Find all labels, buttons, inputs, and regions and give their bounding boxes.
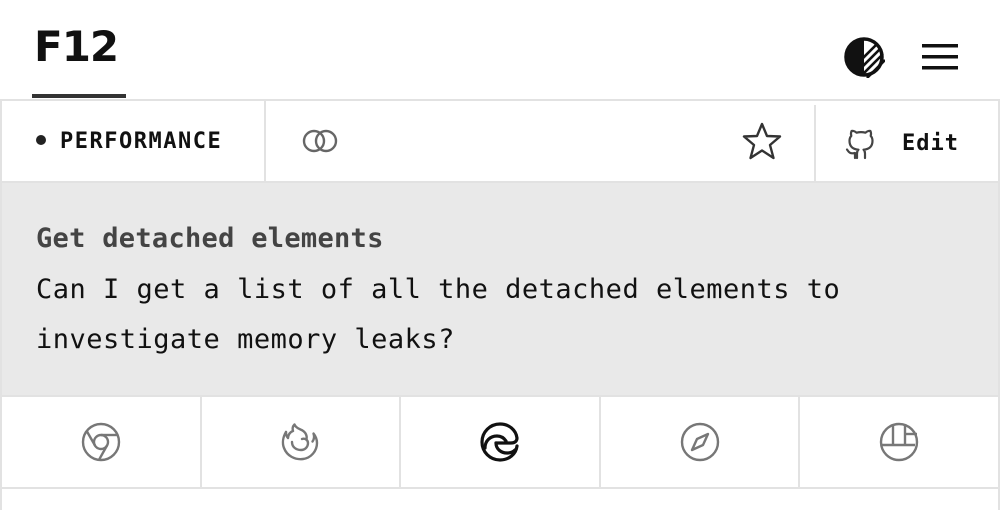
theme-toggle-button[interactable] xyxy=(842,35,886,79)
browser-tabs xyxy=(0,395,1000,489)
hamburger-menu-icon xyxy=(922,44,958,70)
star-icon xyxy=(742,122,782,160)
tab-firefox[interactable] xyxy=(202,397,402,487)
safari-icon xyxy=(680,422,719,462)
github-icon xyxy=(845,129,874,160)
category-tag[interactable]: PERFORMANCE xyxy=(4,101,266,181)
category-label: PERFORMANCE xyxy=(60,128,223,154)
edge-icon xyxy=(480,422,519,462)
next-panel-edge xyxy=(0,489,1000,510)
edit-on-github-button[interactable]: Edit xyxy=(814,105,1000,181)
menu-button[interactable] xyxy=(918,37,962,77)
polypane-icon xyxy=(879,422,919,462)
snippet-title: Get detached elements xyxy=(36,223,384,254)
category-dot-icon xyxy=(36,135,46,145)
site-header: F12 xyxy=(0,0,1000,100)
tab-chrome[interactable] xyxy=(2,397,202,487)
snippet-panel: Get detached elements Can I get a list o… xyxy=(0,183,1000,395)
copy-link-button[interactable] xyxy=(298,119,342,163)
contrast-icon xyxy=(844,37,885,78)
tab-safari[interactable] xyxy=(601,397,801,487)
tab-edge[interactable] xyxy=(401,397,601,487)
snippet-description: Can I get a list of all the detached ele… xyxy=(36,274,841,355)
favorite-button[interactable] xyxy=(740,119,784,163)
site-logo[interactable]: F12 xyxy=(34,22,119,72)
firefox-icon xyxy=(282,423,319,461)
link-icon xyxy=(302,129,338,153)
tab-polypane[interactable] xyxy=(800,397,998,487)
active-page-indicator xyxy=(32,94,126,98)
edit-label: Edit xyxy=(902,130,959,156)
chrome-icon xyxy=(81,422,120,462)
snippet-toolbar: PERFORMANCE Edit xyxy=(0,99,1000,183)
